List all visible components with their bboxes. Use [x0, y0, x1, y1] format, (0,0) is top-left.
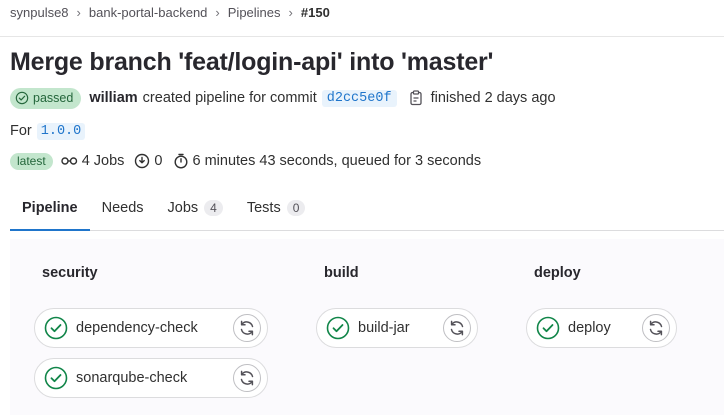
retry-icon[interactable] — [443, 314, 471, 342]
tab-label: Needs — [101, 200, 144, 216]
timer-icon — [173, 153, 189, 169]
breadcrumb-pipelines[interactable]: Pipelines — [228, 5, 281, 20]
tab-label: Jobs — [167, 200, 199, 216]
breadcrumb-separator: › — [215, 5, 220, 20]
breadcrumb-group[interactable]: synpulse8 — [10, 5, 69, 20]
duration-stat: 6 minutes 43 seconds, queued for 3 secon… — [173, 153, 482, 169]
pipeline-tabs: Pipeline Needs Jobs 4 Tests 0 — [10, 186, 724, 231]
tab-label: Pipeline — [22, 200, 78, 216]
stage-title-deploy: deploy — [534, 265, 581, 281]
tab-label: Tests — [246, 200, 281, 216]
status-badge-label: passed — [33, 91, 74, 105]
breadcrumb-separator: › — [288, 5, 293, 20]
job-sonarqube-check[interactable]: sonarqube-check — [34, 358, 268, 398]
user-link[interactable]: william — [89, 90, 137, 106]
jobs-stat: 4 Jobs — [60, 153, 125, 169]
job-name: sonarqube-check — [76, 370, 188, 386]
check-circle-icon — [44, 316, 68, 340]
header-divider — [0, 36, 724, 37]
job-name: deploy — [568, 320, 611, 336]
page-title: Merge branch 'feat/login-api' into 'mast… — [10, 48, 494, 76]
tab-pipeline[interactable]: Pipeline — [10, 186, 90, 231]
failed-count: 0 — [154, 153, 163, 169]
failed-jobs-icon — [134, 153, 150, 169]
stage-title-security: security — [42, 265, 98, 281]
breadcrumb-separator: › — [76, 5, 81, 20]
retry-icon[interactable] — [233, 364, 261, 392]
breadcrumb-project[interactable]: bank-portal-backend — [89, 5, 208, 20]
retry-icon[interactable] — [233, 314, 261, 342]
job-name: dependency-check — [76, 320, 198, 336]
jobs-count-text: 4 Jobs — [81, 153, 125, 169]
failed-stat: 0 — [134, 153, 163, 169]
for-label: For — [10, 123, 32, 139]
job-deploy[interactable]: deploy — [526, 308, 677, 348]
pipeline-graph: security build deploy dependency-check s… — [10, 239, 724, 415]
breadcrumb: synpulse8 › bank-portal-backend › Pipeli… — [10, 5, 330, 20]
tab-needs[interactable]: Needs — [90, 186, 156, 230]
jobs-count-badge: 4 — [204, 200, 223, 216]
ref-row: For 1.0.0 — [10, 120, 86, 142]
tab-jobs[interactable]: Jobs 4 — [156, 186, 235, 230]
check-circle-icon — [536, 316, 560, 340]
status-badge[interactable]: passed — [10, 87, 82, 109]
retry-icon[interactable] — [642, 314, 670, 342]
tab-tests[interactable]: Tests 0 — [235, 186, 318, 230]
check-circle-icon — [15, 91, 29, 105]
job-dependency-check[interactable]: dependency-check — [34, 308, 268, 348]
latest-badge: latest — [10, 152, 53, 170]
job-build-jar[interactable]: build-jar — [316, 308, 478, 348]
ref-link[interactable]: 1.0.0 — [36, 122, 86, 140]
created-text: created pipeline for commit — [142, 90, 317, 106]
breadcrumb-current[interactable]: #150 — [301, 5, 330, 20]
pipeline-icon — [60, 155, 78, 167]
tests-count-badge: 0 — [286, 200, 306, 216]
stage-title-build: build — [324, 265, 359, 281]
pipeline-stats: latest 4 Jobs 0 6 minutes 43 seconds, qu… — [10, 150, 491, 172]
check-circle-icon — [44, 366, 68, 390]
commit-sha-link[interactable]: d2cc5e0f — [321, 89, 397, 107]
clipboard-icon[interactable] — [409, 90, 423, 106]
pipeline-meta: passed william created pipeline for comm… — [10, 87, 556, 109]
finished-text: finished 2 days ago — [430, 90, 556, 106]
job-name: build-jar — [358, 320, 410, 336]
duration-text: 6 minutes 43 seconds, queued for 3 secon… — [192, 153, 482, 169]
check-circle-icon — [326, 316, 350, 340]
